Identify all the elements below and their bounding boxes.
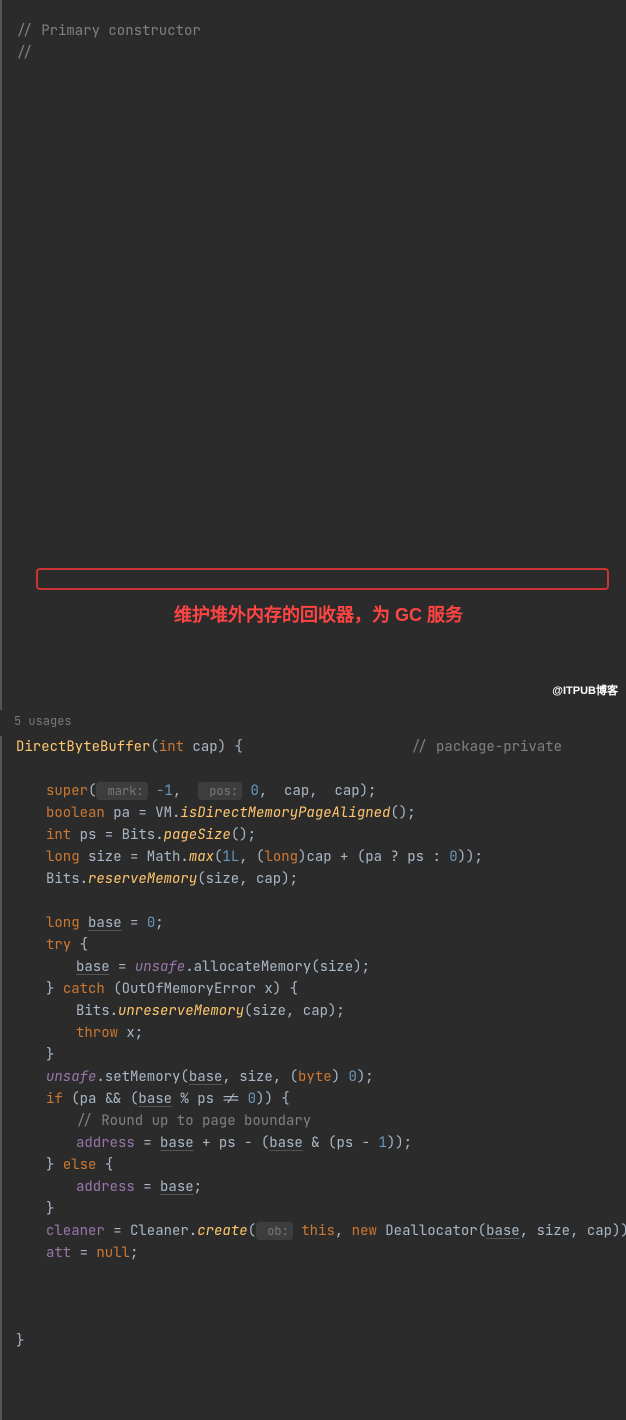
code-line: address = base + ps - (base & (ps - 1)); [16, 1132, 626, 1154]
code-line: int ps = Bits.pageSize(); [16, 824, 626, 846]
code-line: } catch (OutOfMemoryError x) { [16, 978, 626, 1000]
code-line: unsafe.setMemory(base, size, (byte) 0); [16, 1066, 626, 1088]
code-line: long base = 0; [16, 912, 626, 934]
comment-line: // [16, 42, 626, 64]
code-line: } [16, 1198, 626, 1220]
watermark-text: @ITPUB博客 [552, 680, 618, 702]
code-line: boolean pa = VM.isDirectMemoryPageAligne… [16, 802, 626, 824]
code-line: att = null; [16, 1242, 626, 1264]
code-line: base = unsafe.allocateMemory(size); [16, 956, 626, 978]
code-line: throw x; [16, 1022, 626, 1044]
code-editor-body[interactable]: DirectByteBuffer(int cap) { // package-p… [0, 736, 626, 1420]
code-line: Bits.reserveMemory(size, cap); [16, 868, 626, 890]
code-line: super( mark: -1, pos: 0, cap, cap); [16, 780, 626, 802]
code-line: } else { [16, 1154, 626, 1176]
usages-hint[interactable]: 5 usages [0, 710, 626, 732]
method-signature: DirectByteBuffer(int cap) { // package-p… [16, 736, 626, 758]
code-line: } [16, 1044, 626, 1066]
code-line: if (pa && (base % ps != 0)) { [16, 1088, 626, 1110]
annotation-text: 维护堆外内存的回收器，为 GC 服务 [174, 604, 463, 626]
comment-line: // Round up to page boundary [16, 1110, 626, 1132]
code-line: long size = Math.max(1L, (long)cap + (pa… [16, 846, 626, 868]
highlighted-line: cleaner = Cleaner.create( ob: this, new … [16, 1220, 626, 1242]
code-line: try { [16, 934, 626, 956]
comment-line: // Primary constructor [16, 20, 626, 42]
code-line: address = base; [16, 1176, 626, 1198]
code-line: Bits.unreserveMemory(size, cap); [16, 1000, 626, 1022]
closing-brace: } [16, 1330, 626, 1352]
